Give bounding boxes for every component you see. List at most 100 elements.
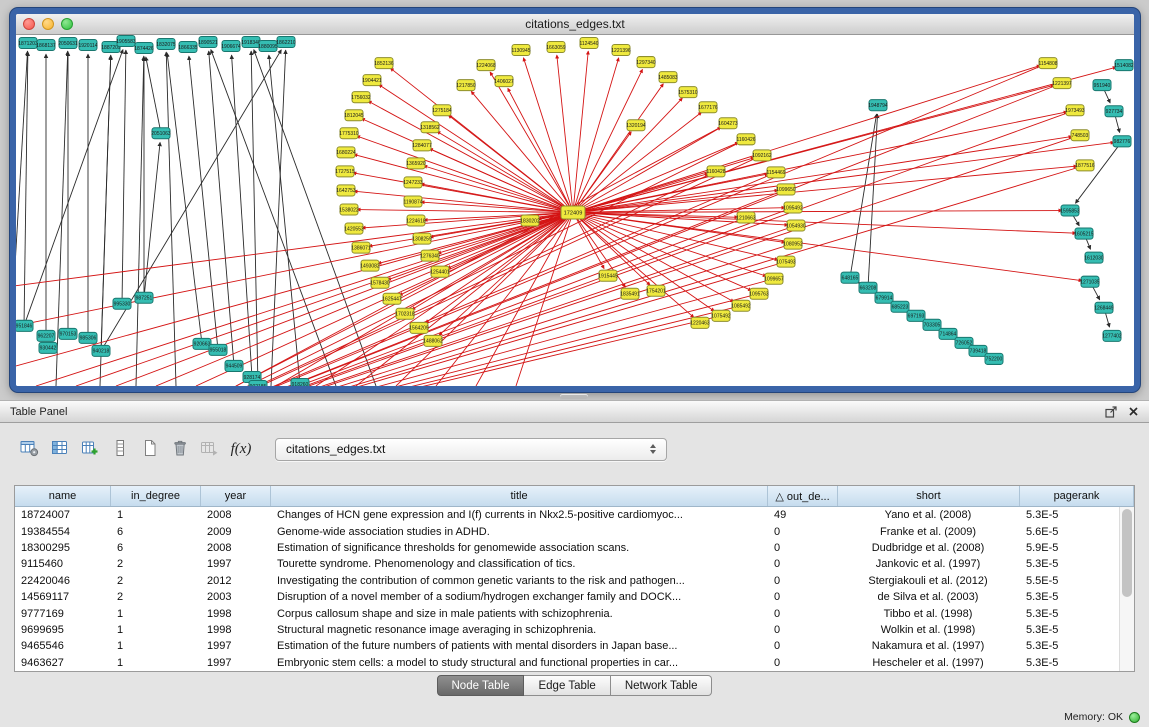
graph-node[interactable]: 663208 bbox=[859, 282, 877, 293]
graph-node[interactable]: 679914 bbox=[875, 292, 893, 303]
graph-node[interactable]: 1605215 bbox=[1074, 228, 1094, 239]
table-row[interactable]: 911546021997Tourette syndrome. Phenomeno… bbox=[15, 556, 1134, 572]
graph-node[interactable]: 1365920 bbox=[406, 158, 426, 169]
graph-node[interactable]: 1604273 bbox=[718, 118, 738, 129]
graph-node[interactable]: 1677176 bbox=[698, 102, 718, 113]
graph-node[interactable]: 1275184 bbox=[432, 105, 452, 116]
graph-node[interactable]: 982776 bbox=[1113, 136, 1131, 147]
tab-network-table[interactable]: Network Table bbox=[611, 675, 713, 696]
graph-node[interactable]: 1948794 bbox=[868, 100, 888, 111]
graph-node[interactable]: 1297340 bbox=[636, 57, 656, 68]
graph-node[interactable]: 2051063 bbox=[151, 128, 171, 139]
graph-node[interactable]: 685223 bbox=[891, 301, 909, 312]
graph-node[interactable]: 1877516 bbox=[1075, 160, 1095, 171]
graph-node[interactable]: 1220463 bbox=[690, 317, 710, 328]
graph-node[interactable]: 1485083 bbox=[658, 72, 678, 83]
table-row[interactable]: 946554611997Estimation of the future num… bbox=[15, 638, 1134, 654]
graph-node[interactable]: 1099650 bbox=[776, 184, 796, 195]
graph-node[interactable]: 1054930 bbox=[786, 220, 806, 231]
graph-node[interactable]: 1488062 bbox=[423, 335, 443, 346]
graph-node[interactable]: 1680224 bbox=[336, 147, 356, 158]
graph-node[interactable]: 1210663 bbox=[736, 212, 756, 223]
graph-node[interactable]: 944509 bbox=[225, 360, 243, 371]
graph-node[interactable]: 940218 bbox=[92, 345, 110, 356]
network-canvas[interactable]: 1852136190442117560321812045177531016802… bbox=[16, 35, 1134, 386]
graph-node[interactable]: 1320194 bbox=[626, 120, 646, 131]
graph-node[interactable]: 648165 bbox=[841, 272, 859, 283]
import-table-button[interactable] bbox=[196, 436, 223, 462]
graph-node[interactable]: 1920114 bbox=[78, 40, 97, 51]
table-mode-button[interactable] bbox=[16, 436, 43, 462]
graph-node[interactable]: 1318562 bbox=[420, 122, 440, 133]
graph-node[interactable]: 1890521 bbox=[198, 37, 218, 48]
graph-node[interactable]: 1702318 bbox=[395, 308, 415, 319]
graph-node[interactable]: 1406027 bbox=[494, 76, 514, 87]
graph-node[interactable]: 1874426 bbox=[134, 43, 154, 54]
graph-node[interactable]: 1973493 bbox=[1065, 105, 1085, 116]
graph-node[interactable]: 752200 bbox=[985, 353, 1003, 364]
graph-node[interactable]: 1625447 bbox=[382, 293, 402, 304]
graph-node[interactable]: 962207 bbox=[37, 330, 55, 341]
graph-node[interactable]: 1099657 bbox=[764, 273, 784, 284]
graph-node[interactable]: 1906674 bbox=[221, 41, 241, 52]
panel-splitter-handle[interactable] bbox=[560, 394, 588, 399]
graph-node[interactable]: 1221396 bbox=[611, 45, 631, 56]
graph-node[interactable]: 748503 bbox=[1071, 130, 1089, 141]
column-header-in_degree[interactable]: in_degree bbox=[111, 486, 201, 506]
graph-node[interactable]: 1727515 bbox=[335, 166, 355, 177]
graph-node[interactable]: 1092162 bbox=[752, 150, 772, 161]
graph-node[interactable]: 1514082 bbox=[1114, 60, 1134, 71]
graph-node[interactable]: 1085492 bbox=[731, 300, 751, 311]
table-row[interactable]: 969969511998Structural magnetic resonanc… bbox=[15, 622, 1134, 638]
column-header-title[interactable]: title bbox=[271, 486, 768, 506]
graph-node[interactable]: 1160426 bbox=[736, 134, 755, 145]
graph-node[interactable]: 1866335 bbox=[178, 42, 198, 53]
graph-node[interactable]: 2050631 bbox=[58, 38, 78, 49]
graph-node[interactable]: 902185 bbox=[249, 380, 267, 386]
table-selector-dropdown[interactable]: citations_edges.txt bbox=[275, 438, 667, 461]
tab-node-table[interactable]: Node Table bbox=[437, 675, 525, 696]
graph-node[interactable]: 1852136 bbox=[374, 58, 394, 69]
graph-node[interactable]: 985306 bbox=[79, 332, 97, 343]
graph-node[interactable]: 1868137 bbox=[36, 40, 56, 51]
graph-node[interactable]: 1268449 bbox=[1094, 302, 1114, 313]
graph-node[interactable]: 714864 bbox=[939, 328, 957, 339]
graph-node[interactable]: 1564209 bbox=[409, 322, 429, 333]
graph-node[interactable]: 1095763 bbox=[749, 288, 769, 299]
table-row[interactable]: 1938455462009Genome-wide association stu… bbox=[15, 523, 1134, 539]
graph-node[interactable]: 1271035 bbox=[1080, 276, 1100, 287]
graph-node[interactable]: 1221397 bbox=[1052, 78, 1072, 89]
delete-columns-button[interactable] bbox=[106, 436, 133, 462]
column-header-out_de[interactable]: △ out_de... bbox=[768, 486, 838, 506]
graph-node[interactable]: 1224618 bbox=[406, 215, 426, 226]
graph-node[interactable]: 1080952 bbox=[783, 238, 803, 249]
graph-node[interactable]: 1284077 bbox=[412, 140, 432, 151]
graph-node[interactable]: 1247233 bbox=[403, 177, 423, 188]
graph-node[interactable]: 1254401 bbox=[430, 266, 450, 277]
graph-node[interactable]: 927734 bbox=[1105, 106, 1123, 117]
graph-node[interactable]: 1642753 bbox=[336, 185, 356, 196]
graph-node[interactable]: 1130945 bbox=[511, 45, 530, 56]
network-window-titlebar[interactable]: citations_edges.txt bbox=[16, 14, 1134, 35]
table-row[interactable]: 1456911722003Disruption of a novel membe… bbox=[15, 589, 1134, 605]
graph-node[interactable]: 1862210 bbox=[276, 37, 296, 48]
float-panel-icon[interactable] bbox=[1105, 406, 1118, 418]
graph-node[interactable]: 1124540 bbox=[579, 38, 598, 49]
graph-node[interactable]: 1493082 bbox=[360, 260, 380, 271]
column-header-short[interactable]: short bbox=[838, 486, 1020, 506]
graph-node[interactable]: 1754201 bbox=[646, 285, 666, 296]
graph-node[interactable]: 1277402 bbox=[1102, 330, 1122, 341]
graph-node[interactable]: 697193 bbox=[907, 310, 925, 321]
show-columns-button[interactable] bbox=[46, 436, 73, 462]
graph-node[interactable]: 1224068 bbox=[476, 60, 496, 71]
close-window-button[interactable] bbox=[23, 18, 35, 30]
table-row[interactable]: 1830029562008Estimation of significance … bbox=[15, 540, 1134, 556]
graph-node[interactable]: 1904421 bbox=[362, 75, 382, 86]
table-row[interactable]: 946362711997Embryonic stem cells: a mode… bbox=[15, 655, 1134, 671]
graph-node[interactable]: 1095492 bbox=[783, 202, 803, 213]
graph-hub-node[interactable]: 172409 bbox=[561, 206, 585, 219]
graph-node[interactable]: 1276340 bbox=[420, 250, 440, 261]
graph-node[interactable]: 1217850 bbox=[456, 80, 476, 91]
graph-node[interactable]: 1756032 bbox=[351, 92, 371, 103]
graph-node[interactable]: 995330 bbox=[113, 298, 131, 309]
